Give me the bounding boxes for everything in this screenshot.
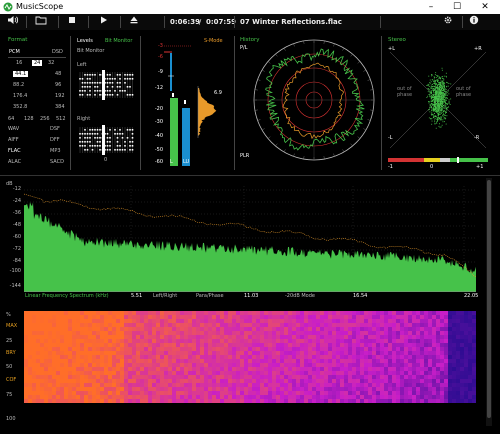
codec-left-2: FLAC (8, 148, 21, 154)
pcm-rate-1: 88.2 (13, 82, 25, 88)
codec-right-3: SACD (50, 159, 64, 165)
spectrogram-label-1: MAX (6, 323, 18, 329)
bit-monitor-label: Bit Monitor (105, 38, 133, 44)
s-mode-label: S-Mode (204, 38, 223, 44)
minus-20db-option[interactable]: -20dB Mode (285, 293, 315, 299)
pcm-header: PCM (9, 49, 20, 55)
format-title: Format (8, 37, 28, 43)
spectrum-plot (24, 186, 476, 292)
dsd-rate-0: 48 (55, 71, 62, 77)
stereo-goniometer (389, 51, 487, 149)
dsd-multiplier-64: 64 (8, 116, 15, 122)
spectrum-x-tick-0: 5.51 (131, 293, 143, 299)
corr-min: -1 (388, 164, 393, 170)
dsd-rate-1: 96 (55, 82, 62, 88)
gear-icon[interactable] (442, 15, 454, 29)
levels-title: Levels (77, 38, 93, 44)
maximize-button[interactable]: ☐ (446, 0, 468, 14)
codec-right-1: DFF (50, 137, 60, 143)
volume-icon[interactable] (6, 15, 20, 29)
bit-monitor-tick: 0 (104, 157, 108, 163)
spectrogram-label-2: 25 (6, 338, 13, 344)
spectrogram-label-0: % (6, 312, 11, 318)
info-icon[interactable] (468, 15, 480, 29)
left-right-option[interactable]: Left/Right (153, 293, 177, 299)
spectrogram-label-7: 100 (6, 416, 16, 422)
spectrum-x-tick-3: 22.05 (464, 293, 479, 299)
left-channel-label: Left (77, 62, 87, 68)
history-top-label: P/L (240, 45, 248, 51)
peak-value: 6.9 (214, 90, 222, 96)
track-name: 07 Winter Reflections.flac (240, 18, 342, 26)
channel-l-label: L (170, 159, 173, 165)
bits-option-16: 16 (16, 60, 23, 66)
bits-option-32: 32 (48, 60, 55, 66)
dsd-multiplier-512: 512 (56, 116, 66, 122)
history-radar (253, 39, 375, 161)
pcm-rate-3: 352.8 (13, 104, 28, 110)
spectrum-y-tick-6: -84 (12, 258, 21, 264)
codec-left-3: ALAC (8, 159, 22, 165)
eject-icon[interactable] (128, 15, 140, 29)
spectrum-mode-label[interactable]: Linear Frequency Spectrum (kHz) (25, 293, 109, 299)
spectrum-y-tick-1: -24 (12, 198, 21, 204)
dsd-multiplier-256: 256 (40, 116, 50, 122)
spectrogram-label-5: COF (6, 377, 17, 383)
bit-monitor-right (79, 125, 134, 155)
close-button[interactable]: ✕ (474, 0, 496, 14)
elapsed-time: 0:06:39 (170, 18, 200, 26)
spectrum-y-tick-3: -48 (12, 222, 21, 228)
spectrogram-label-6: 75 (6, 392, 13, 398)
codec-left-0: WAV (8, 126, 20, 132)
right-channel-label: Right (77, 116, 91, 122)
total-time: 0:07:59 (206, 18, 236, 26)
open-folder-icon[interactable] (34, 15, 48, 29)
toolbar: 0:06:39 / 0:07:59 07 Winter Reflections.… (0, 14, 500, 30)
play-button[interactable] (98, 15, 110, 29)
history-bottom-label: PLR (240, 153, 250, 159)
spectrum-x-tick-1: 11.03 (244, 293, 259, 299)
spectrum-y-tick-0: -12 (12, 186, 21, 192)
spectrum-y-tick-2: -36 (12, 210, 21, 216)
dsd-multiplier-128: 128 (24, 116, 34, 122)
bit-monitor-sub: Bit Monitor (77, 48, 105, 54)
codec-right-0: DSF (50, 126, 60, 132)
spectrogram-plot (24, 311, 476, 403)
dsd-rate-3: 384 (55, 104, 65, 110)
corr-mid: 0 (430, 164, 434, 170)
level-meter-bars (164, 45, 217, 166)
spectrum-y-tick-8: -144 (9, 283, 21, 289)
spectrogram-label-3: BRY (6, 350, 16, 356)
corr-max: +1 (476, 164, 484, 170)
bit-monitor-left (79, 70, 134, 100)
app-icon (3, 2, 13, 12)
codec-left-1: AIFF (8, 137, 19, 143)
pcm-rate-2: 176.4 (13, 93, 28, 99)
dsd-header: DSD (52, 49, 63, 55)
spectrum-x-tick-2: 16.54 (353, 293, 368, 299)
bits-option-24: 24 (32, 60, 43, 66)
correlation-bar (388, 157, 488, 163)
stereo-title: Stereo (388, 37, 406, 43)
minimize-button[interactable]: – (420, 0, 442, 14)
vertical-scrollbar[interactable] (486, 178, 492, 426)
channel-lu-label: LU (183, 159, 190, 165)
scrollbar-thumb[interactable] (487, 180, 491, 418)
title-bar: MusicScope – ☐ ✕ (0, 0, 500, 14)
time-separator: / (198, 18, 202, 26)
codec-right-2: MP3 (50, 148, 61, 154)
pcm-rate-0: 44.1 (13, 71, 29, 77)
spectrum-y-tick-7: -100 (9, 268, 21, 274)
spectrum-y-tick-5: -72 (12, 246, 21, 252)
para-phase-option[interactable]: Para/Phase (196, 293, 224, 299)
spectrogram-label-4: 50 (6, 364, 13, 370)
window-title: MusicScope (16, 2, 64, 11)
stop-button[interactable] (66, 15, 78, 29)
spectrum-y-tick-4: -60 (12, 234, 21, 240)
dsd-rate-2: 192 (55, 93, 65, 99)
